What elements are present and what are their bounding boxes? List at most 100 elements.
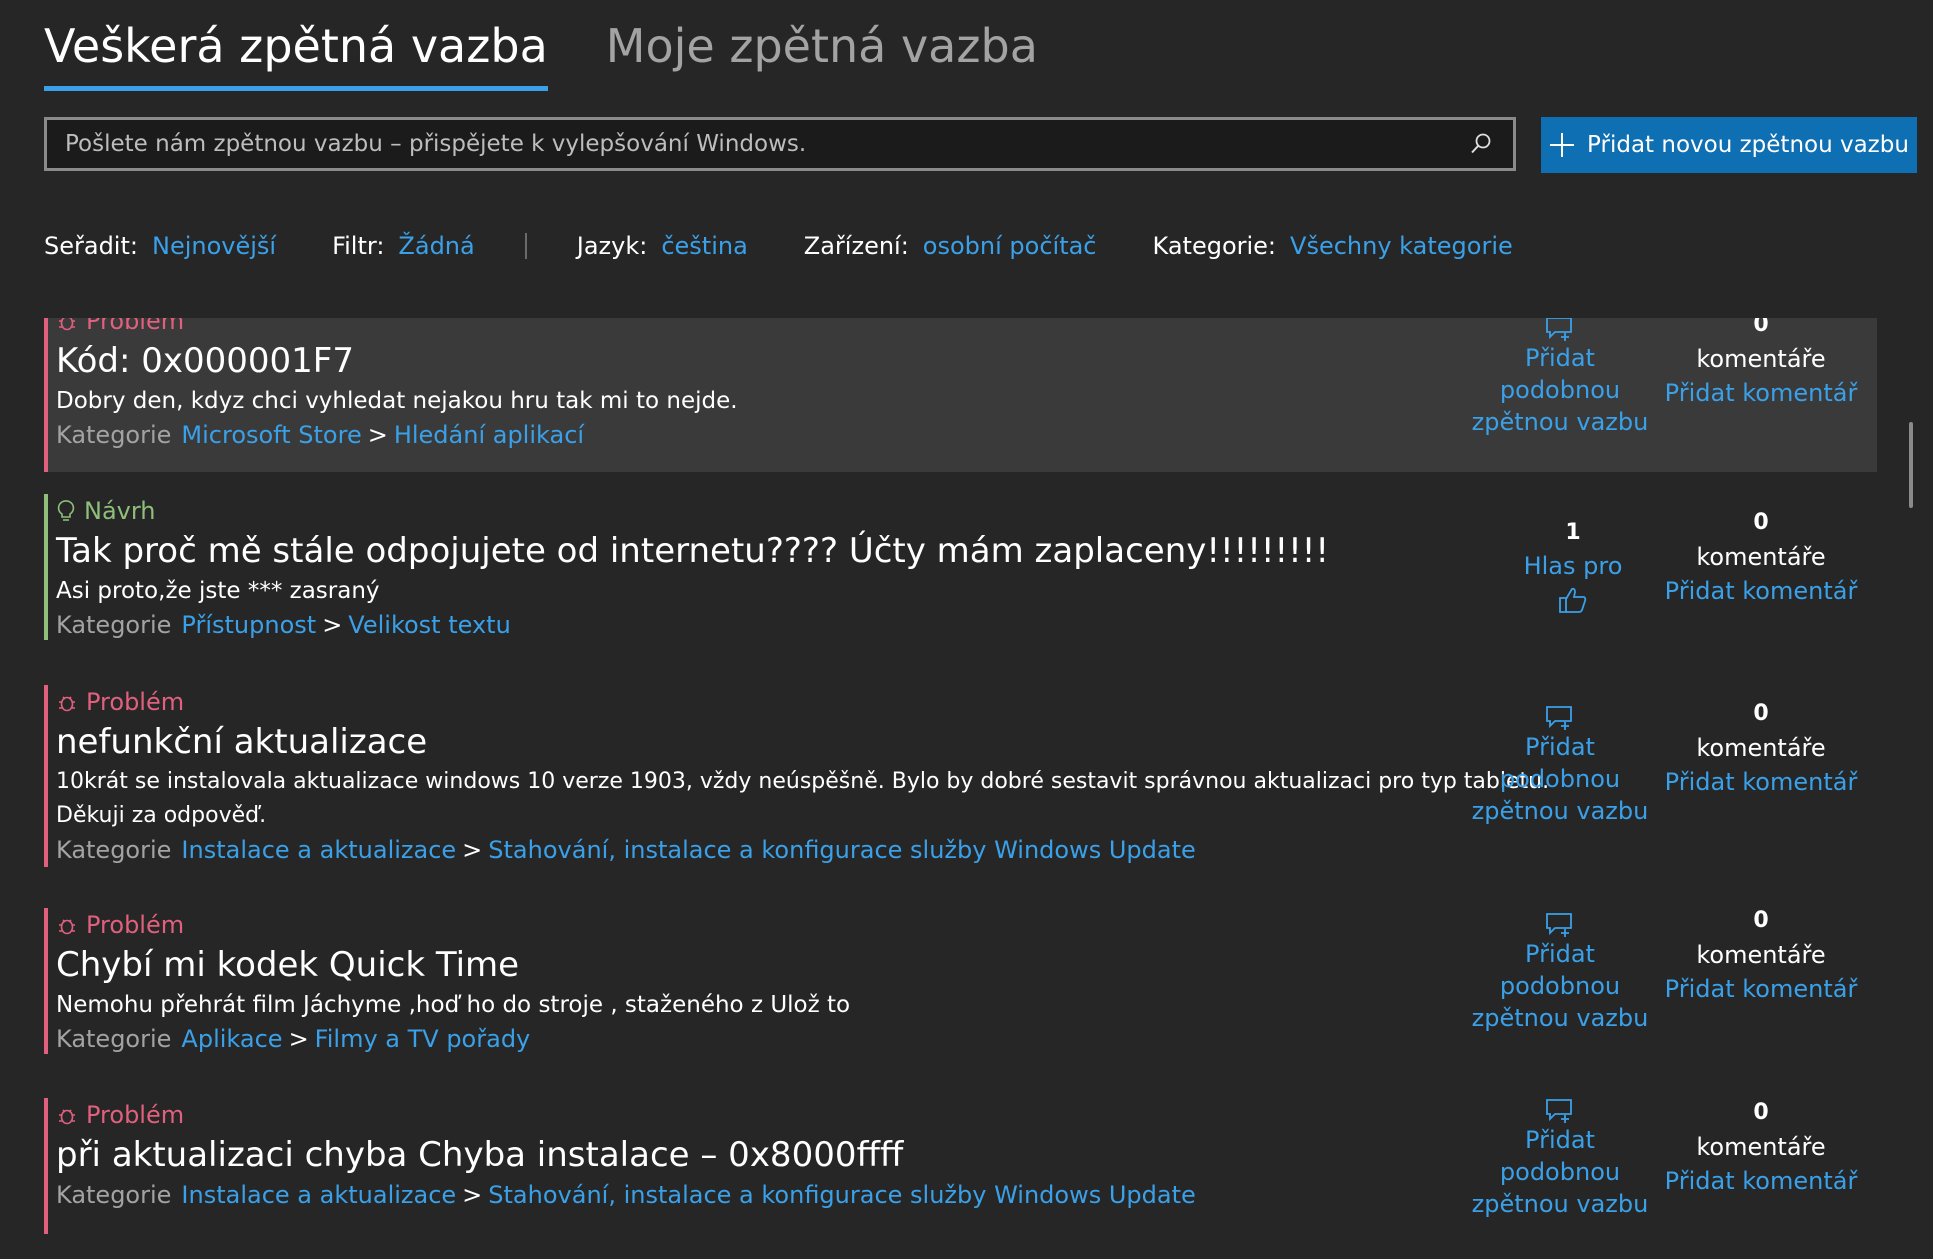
add-comment-link[interactable]: Přidat komentář: [1656, 1164, 1866, 1198]
category-label: Kategorie: [56, 836, 172, 864]
add-similar-feedback-button[interactable]: Přidat podobnou zpětnou vazbu: [1470, 701, 1650, 827]
category-dropdown[interactable]: Všechny kategorie: [1290, 232, 1513, 260]
feedback-title[interactable]: při aktualizaci chyba Chyba instalace – …: [56, 1132, 1536, 1178]
add-similar-line1: Přidat: [1525, 1126, 1595, 1154]
add-similar-line2: podobnou: [1499, 376, 1621, 404]
language-dropdown[interactable]: čeština: [661, 232, 747, 260]
comments-block: 0 komentáře Přidat komentář: [1656, 318, 1866, 410]
tab-bar: Veškerá zpětná vazba Moje zpětná vazba: [44, 14, 1038, 91]
filter-divider: [524, 233, 527, 259]
category-link[interactable]: Instalace a aktualizace: [181, 1181, 456, 1209]
category-link[interactable]: Microsoft Store: [181, 421, 361, 449]
filter-label: Filtr:: [332, 232, 385, 260]
add-similar-line3: zpětnou vazbu: [1471, 408, 1649, 436]
comment-count: 0: [1753, 701, 1769, 726]
sort-label: Seřadit:: [44, 232, 138, 260]
vote-label: Hlas pro: [1523, 552, 1623, 580]
vertical-scrollbar[interactable]: [1909, 422, 1913, 508]
vote-count: 1: [1565, 520, 1581, 545]
add-comment-link[interactable]: Přidat komentář: [1656, 972, 1866, 1006]
suggestion-indicator-bar: [44, 494, 48, 640]
category-link[interactable]: Aplikace: [181, 1025, 282, 1053]
thumbs-up-icon: [1488, 586, 1658, 614]
feedback-type-label: Problém: [86, 318, 185, 335]
feedback-description: 10krát se instalovala aktualizace window…: [56, 769, 1550, 794]
feedback-item[interactable]: Problém nefunkční aktualizace 10krát se …: [44, 685, 1877, 867]
language-label: Jazyk:: [576, 232, 648, 260]
device-dropdown[interactable]: osobní počítač: [923, 232, 1097, 260]
add-feedback-icon: [1470, 1094, 1650, 1124]
feedback-title[interactable]: Tak proč mě stále odpojujete od internet…: [56, 528, 1536, 574]
feedback-item[interactable]: Problém Kód: 0x000001F7 Dobry den, kdyz …: [44, 318, 1877, 472]
comments-block: 0 komentáře Přidat komentář: [1656, 506, 1866, 608]
add-feedback-icon: [1470, 318, 1650, 342]
category-separator: >: [462, 836, 483, 864]
feedback-item[interactable]: Problém při aktualizaci chyba Chyba inst…: [44, 1098, 1877, 1234]
bug-icon: [56, 914, 78, 936]
subcategory-link[interactable]: Stahování, instalace a konfigurace služb…: [488, 836, 1195, 864]
search-icon[interactable]: [1461, 124, 1501, 164]
filter-filter: Filtr: Žádná: [332, 232, 475, 260]
upvote-button[interactable]: 1 Hlas pro: [1488, 516, 1658, 614]
feedback-item[interactable]: Návrh Tak proč mě stále odpojujete od in…: [44, 494, 1877, 640]
feedback-type: Návrh: [56, 494, 1536, 528]
feedback-description: Nemohu přehrát film Jáchyme ,hoď ho do s…: [56, 992, 851, 1018]
comment-count: 0: [1753, 318, 1769, 337]
feedback-category: Kategorie Přístupnost > Velikost textu: [56, 608, 1536, 642]
device-filter: Zařízení: osobní počítač: [804, 232, 1097, 260]
feedback-type-label: Problém: [86, 911, 185, 939]
comments-block: 0 komentáře Přidat komentář: [1656, 1096, 1866, 1198]
subcategory-link[interactable]: Stahování, instalace a konfigurace služb…: [488, 1181, 1195, 1209]
comment-count-label: komentáře: [1696, 345, 1826, 373]
add-similar-line3: zpětnou vazbu: [1471, 1190, 1649, 1218]
problem-indicator-bar: [44, 318, 48, 472]
feedback-item[interactable]: Problém Chybí mi kodek Quick Time Nemohu…: [44, 908, 1877, 1054]
subcategory-link[interactable]: Velikost textu: [348, 611, 511, 639]
feedback-type: Problém: [56, 685, 1536, 719]
category-separator: >: [288, 1025, 309, 1053]
add-similar-line3: zpětnou vazbu: [1471, 1004, 1649, 1032]
add-feedback-icon: [1470, 701, 1650, 731]
category-link[interactable]: Instalace a aktualizace: [181, 836, 456, 864]
sort-filter: Seřadit: Nejnovější: [44, 232, 276, 260]
feedback-category: Kategorie Microsoft Store > Hledání aplikac…: [56, 418, 1536, 452]
add-new-feedback-button[interactable]: Přidat novou zpětnou vazbu: [1541, 117, 1917, 173]
tab-my-feedback[interactable]: Moje zpětná vazba: [606, 14, 1038, 86]
comments-block: 0 komentáře Přidat komentář: [1656, 904, 1866, 1006]
add-similar-feedback-button[interactable]: Přidat podobnou zpětnou vazbu: [1470, 1094, 1650, 1220]
filter-dropdown[interactable]: Žádná: [398, 232, 474, 260]
search-box: [44, 117, 1516, 171]
add-similar-feedback-button[interactable]: Přidat podobnou zpětnou vazbu: [1470, 908, 1650, 1034]
sort-dropdown[interactable]: Nejnovější: [152, 232, 276, 260]
category-separator: >: [322, 611, 343, 639]
subcategory-link[interactable]: Hledání aplikací: [394, 421, 584, 449]
comment-count-label: komentáře: [1696, 734, 1826, 762]
category-separator: >: [367, 421, 388, 449]
comment-count: 0: [1753, 510, 1769, 535]
search-input[interactable]: [47, 119, 1461, 169]
add-similar-feedback-button[interactable]: Přidat podobnou zpětnou vazbu: [1470, 318, 1650, 438]
lightbulb-icon: [56, 499, 76, 523]
problem-indicator-bar: [44, 908, 48, 1054]
subcategory-link[interactable]: Filmy a TV pořady: [315, 1025, 531, 1053]
feedback-title[interactable]: nefunkční aktualizace: [56, 719, 1536, 765]
add-comment-link[interactable]: Přidat komentář: [1656, 765, 1866, 799]
feedback-list: Problém Kód: 0x000001F7 Dobry den, kdyz …: [44, 318, 1877, 1259]
feedback-title[interactable]: Kód: 0x000001F7: [56, 338, 1536, 384]
category-link[interactable]: Přístupnost: [181, 611, 316, 639]
feedback-type-label: Problém: [86, 1101, 185, 1129]
feedback-type: Problém: [56, 1098, 1536, 1132]
bug-icon: [56, 318, 78, 332]
add-similar-line2: podobnou: [1499, 1158, 1621, 1186]
add-similar-line2: podobnou: [1499, 972, 1621, 1000]
category-label: Kategorie:: [1152, 232, 1277, 260]
tab-all-feedback[interactable]: Veškerá zpětná vazba: [44, 14, 548, 91]
add-comment-link[interactable]: Přidat komentář: [1656, 376, 1866, 410]
feedback-title[interactable]: Chybí mi kodek Quick Time: [56, 942, 1536, 988]
comment-count-label: komentáře: [1696, 1133, 1826, 1161]
feedback-category: Kategorie Aplikace > Filmy a TV pořady: [56, 1022, 1536, 1056]
feedback-type-label: Problém: [86, 688, 185, 716]
add-comment-link[interactable]: Přidat komentář: [1656, 574, 1866, 608]
comment-count-label: komentáře: [1696, 543, 1826, 571]
add-similar-line1: Přidat: [1525, 733, 1595, 761]
